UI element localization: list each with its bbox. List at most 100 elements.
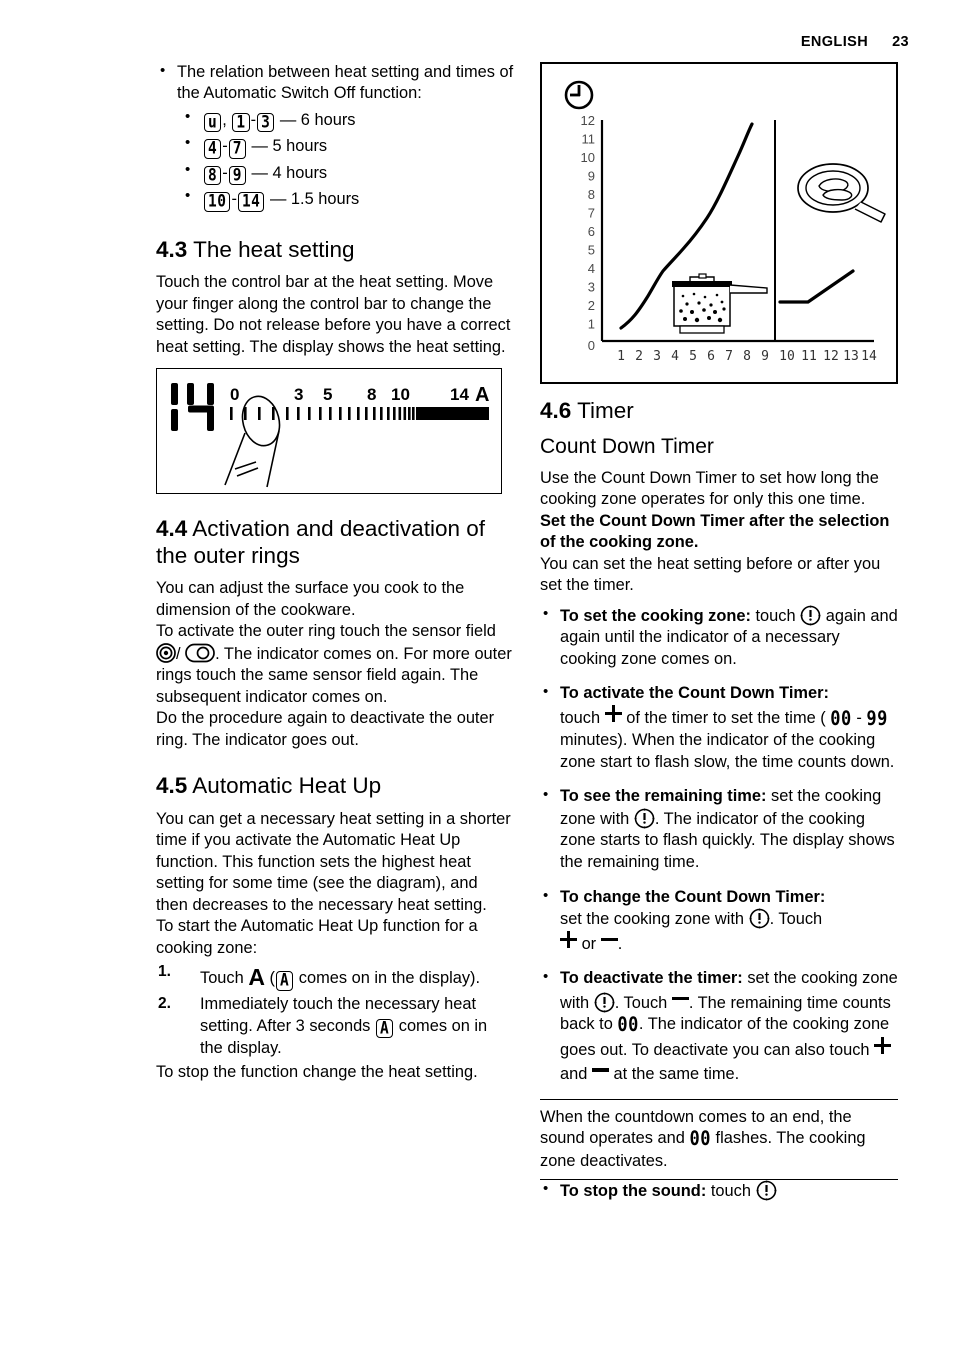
list-item: u, 1-3 — 6 hours	[177, 105, 514, 133]
control-bar-scale-labels: 0 3 5 8 10 14 A	[230, 384, 489, 406]
svg-text:4: 4	[588, 261, 595, 276]
list-item: The relation between heat setting and ti…	[156, 61, 514, 213]
plus-icon	[874, 1036, 892, 1054]
list-item: 10-14 — 1.5 hours	[177, 184, 514, 212]
step1-text-a: Touch	[200, 969, 244, 988]
bullet-label-activate: To activate the Count Down Timer:	[560, 684, 829, 703]
svg-text:6: 6	[707, 349, 715, 364]
deactivate-text-b: . Touch	[614, 993, 668, 1012]
display-badge-a: A	[275, 971, 294, 991]
list-item: To set the cooking zone: touch again and…	[540, 604, 898, 671]
svg-text:0: 0	[588, 338, 595, 353]
scale-label-5: 5	[323, 385, 332, 404]
left-column: The relation between heat setting and ti…	[156, 61, 514, 1083]
section-title: Automatic Heat Up	[192, 773, 382, 799]
bullet-label-stop-sound: To stop the sound:	[560, 1182, 707, 1201]
svg-text:1: 1	[588, 317, 595, 332]
pan-icon	[797, 163, 886, 223]
bullet-label-deactivate: To deactivate the timer:	[560, 969, 743, 988]
timer-clock-icon	[594, 992, 615, 1013]
list-item: To change the Count Down Timer: set the …	[540, 886, 898, 956]
display-badge-a: A	[375, 1018, 394, 1039]
svg-text:13: 13	[843, 349, 859, 364]
duration-label: — 5 hours	[251, 137, 328, 156]
display-badge-value: A	[379, 1019, 390, 1039]
section-heading-4-3: 4.3 The heat setting	[156, 237, 514, 264]
change-text-c: or	[581, 934, 597, 953]
section-heading-4-6: 4.6 Timer	[540, 398, 898, 425]
set-zone-text-a: touch	[755, 606, 796, 625]
svg-text:2: 2	[588, 298, 595, 313]
oval-ring-icon	[185, 643, 215, 663]
change-text-d: .	[617, 934, 623, 953]
svg-text:8: 8	[588, 187, 595, 202]
control-bar-filled-segment	[416, 407, 489, 421]
timer-clock-icon	[749, 908, 770, 929]
heat-setting-display-14	[171, 383, 214, 432]
timer-reset-value: 00	[617, 1013, 639, 1037]
heat-setting-value: 3	[261, 113, 271, 133]
switch-off-intro-list: The relation between heat setting and ti…	[156, 61, 514, 213]
heat-up-steps-list: Touch A (A comes on in the display). Imm…	[156, 962, 514, 1060]
duration-label: — 6 hours	[279, 110, 356, 129]
svg-text:7: 7	[588, 206, 595, 221]
section-title: The heat setting	[193, 236, 355, 262]
change-text-b: . Touch	[769, 910, 823, 929]
intro-bullet-text: The relation between heat setting and ti…	[177, 63, 514, 103]
deactivate-text-e: and	[560, 1065, 588, 1084]
svg-text:7: 7	[725, 349, 733, 364]
section-title: Activation and deactivation of the outer…	[156, 516, 485, 568]
heat-setting-badge: 10	[204, 192, 231, 212]
scale-label-10: 10	[391, 385, 410, 404]
svg-text:10: 10	[779, 349, 795, 364]
heat-setting-value: 10	[208, 192, 227, 212]
list-item: To activate the Count Down Timer: touch …	[540, 682, 898, 773]
timer-clock-icon	[634, 808, 655, 829]
heat-setting-value: 1	[236, 113, 246, 133]
heat-setting-badge: 4	[204, 139, 222, 159]
heat-setting-badge: 9	[228, 165, 246, 186]
section-number: 4.3	[156, 236, 188, 262]
heat-setting-value: u	[208, 113, 218, 133]
section-number: 4.6	[540, 398, 572, 423]
heat-setting-value: 9	[232, 166, 242, 186]
range-dash: -	[250, 110, 257, 129]
range-dash: -	[231, 190, 237, 209]
section-number: 4.5	[156, 773, 188, 799]
concentric-rings-icon	[156, 642, 176, 663]
heat-setting-value: 8	[208, 166, 218, 186]
svg-text:12: 12	[581, 113, 595, 128]
note-timer-value: 00	[689, 1127, 711, 1151]
heat-setting-value: 14	[241, 192, 261, 212]
timer-paragraph-2-bold: Set the Count Down Timer after the selec…	[540, 511, 898, 554]
control-bar-ticks	[230, 407, 489, 421]
section-number: 4.4	[156, 516, 188, 542]
timer-instructions-list: To set the cooking zone: touch again and…	[540, 604, 898, 1086]
heat-setting-badge: 14	[237, 192, 265, 212]
svg-text:9: 9	[588, 169, 595, 184]
minus-icon	[671, 990, 689, 1007]
control-bar-svg: 0 3 5 8 10 14 A	[171, 383, 489, 488]
timer-paragraph-1: Use the Count Down Timer to set how long…	[540, 468, 879, 509]
heat-setting-badge: 8	[204, 165, 222, 186]
svg-text:14: 14	[861, 349, 877, 364]
activate-text-c: minutes). When the indicator of the cook…	[560, 731, 895, 771]
step1-text-c: comes on in the display).	[298, 969, 481, 988]
timer-clock-icon	[800, 605, 821, 626]
list-item: To deactivate the timer: set the cooking…	[540, 967, 898, 1086]
stop-sound-list: To stop the sound: touch	[540, 1179, 898, 1203]
step1-paren-open: (	[269, 969, 275, 988]
activate-text-b: of the timer to set the time (	[626, 708, 826, 727]
bullet-label-change: To change the Count Down Timer:	[560, 887, 826, 906]
minus-icon	[591, 1061, 609, 1078]
countdown-timer-heading: Count Down Timer	[540, 434, 714, 458]
heat-setting-badge: 7	[228, 139, 246, 159]
svg-text:3: 3	[653, 349, 661, 364]
pot-icon	[672, 273, 768, 334]
duration-label: — 1.5 hours	[269, 190, 360, 209]
page-header: ENGLISH 23	[801, 34, 909, 50]
sec44-icon-separator: /	[176, 644, 181, 663]
change-text-a: set the cooking zone with	[560, 910, 745, 929]
timer-p2-bold-text: Set the Count Down Timer after the selec…	[540, 511, 890, 552]
section-heading-4-5: 4.5 Automatic Heat Up	[156, 773, 514, 800]
